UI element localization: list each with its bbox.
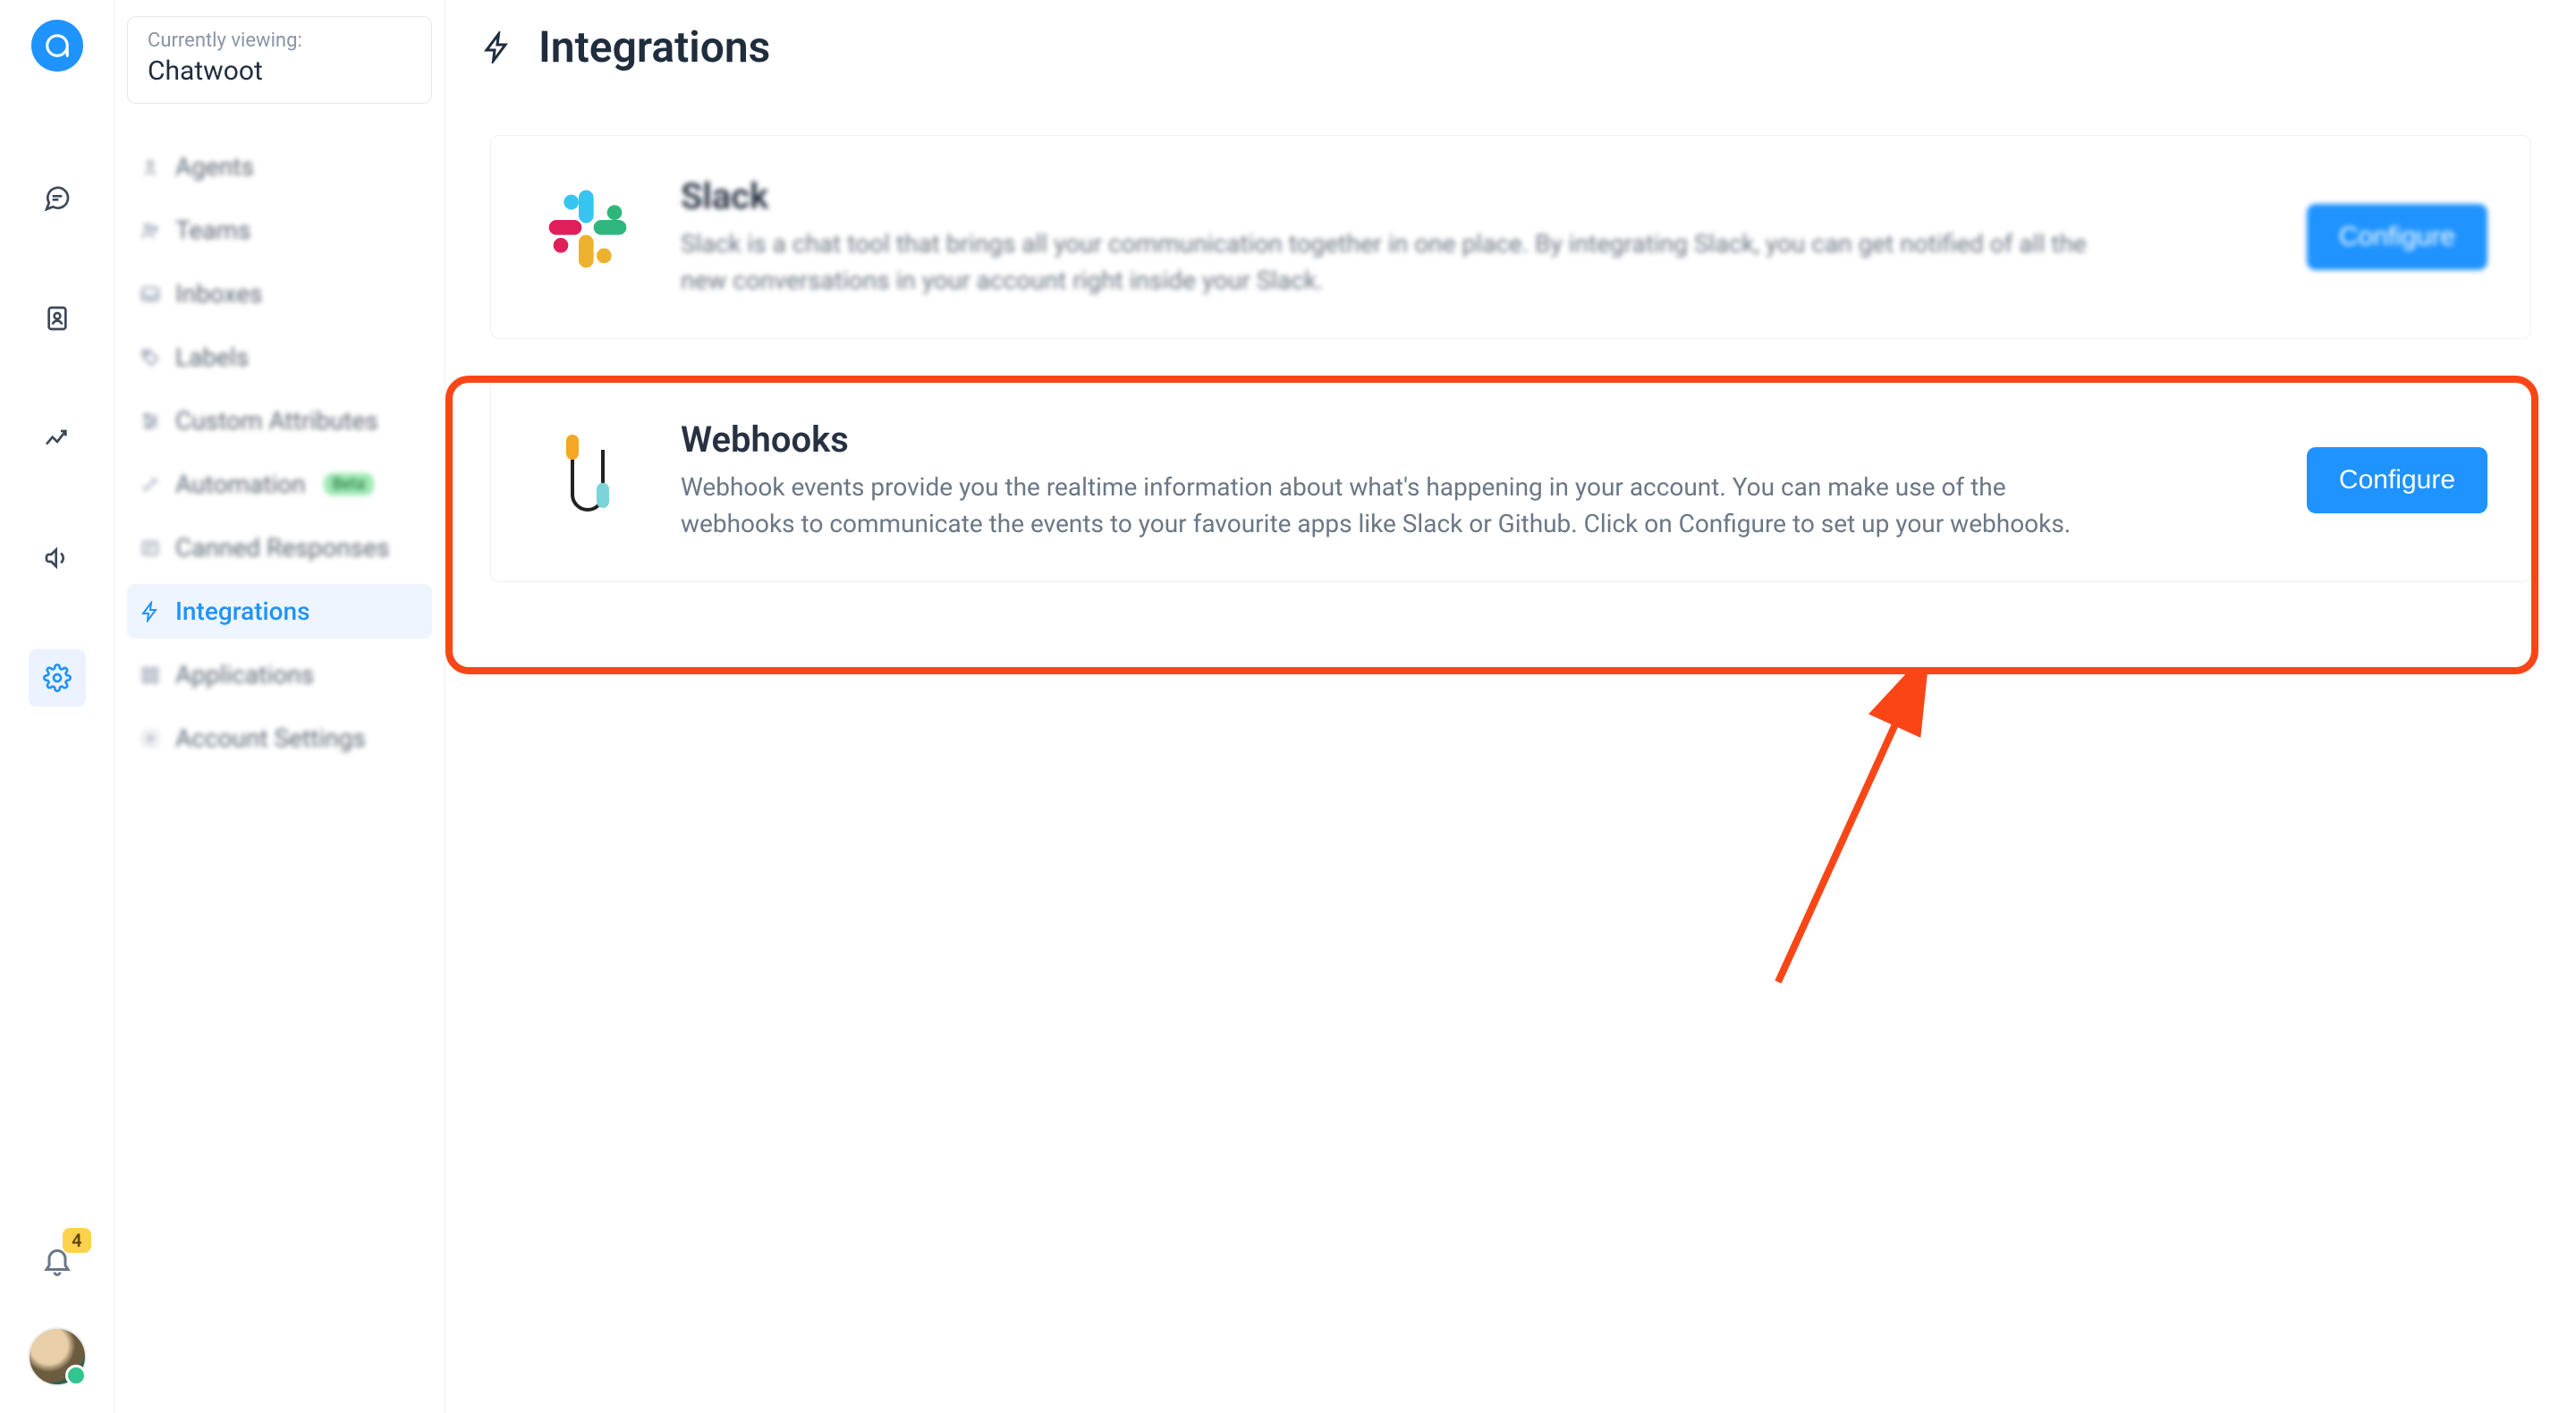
sidebar-item-label: Canned Responses <box>175 533 389 563</box>
users-icon <box>140 157 161 178</box>
gear-icon <box>140 728 161 749</box>
integration-card-content: Slack Slack is a chat tool that brings al… <box>681 175 2267 299</box>
rail-item-reports[interactable] <box>29 410 86 467</box>
avatar[interactable] <box>28 1327 87 1386</box>
sidebar-item-applications[interactable]: Applications <box>127 647 432 702</box>
main-content: Integrations Slack Slack is a chat tool t… <box>445 0 2576 1413</box>
integration-card-slack: Slack Slack is a chat tool that brings al… <box>490 135 2531 339</box>
wand-icon <box>140 474 161 495</box>
integration-description: Slack is a chat tool that brings all you… <box>681 226 2112 299</box>
bolt-icon <box>481 31 513 63</box>
configure-button[interactable]: Configure <box>2307 204 2487 270</box>
chat-icon <box>43 184 72 213</box>
sidebar-item-inboxes[interactable]: Inboxes <box>127 267 432 321</box>
integration-action: Configure <box>2307 447 2487 513</box>
rail-item-campaigns[interactable] <box>29 529 86 587</box>
sidebar-item-label: Custom Attributes <box>175 406 378 436</box>
grid-icon <box>140 664 161 686</box>
sliders-icon <box>140 410 161 432</box>
rail-item-conversations[interactable] <box>29 170 86 227</box>
configure-button[interactable]: Configure <box>2307 447 2487 513</box>
sidebar-item-label: Labels <box>175 343 249 372</box>
sidebar-item-teams[interactable]: Teams <box>127 203 432 258</box>
rail-item-settings[interactable] <box>29 649 86 706</box>
notifications-button[interactable]: 4 <box>41 1244 73 1282</box>
rail-bottom: 4 <box>0 1244 114 1386</box>
team-icon <box>140 220 161 241</box>
sidebar-item-label: Applications <box>175 660 314 690</box>
icon-rail: 4 <box>0 0 114 1413</box>
app-logo[interactable] <box>31 20 83 72</box>
integration-card-content: Webhooks Webhook events provide you the r… <box>681 419 2267 542</box>
sidebar-item-labels[interactable]: Labels <box>127 330 432 385</box>
sidebar-item-integrations[interactable]: Integrations <box>127 584 432 639</box>
sidebar-item-custom-attributes[interactable]: Custom Attributes <box>127 393 432 448</box>
integration-cards: Slack Slack is a chat tool that brings al… <box>474 135 2547 582</box>
app-root: 4 Currently viewing: Chatwoot Agents Team… <box>0 0 2576 1413</box>
contact-icon <box>43 304 72 333</box>
gear-icon <box>43 664 72 692</box>
slack-icon <box>534 175 641 283</box>
megaphone-icon <box>43 544 72 572</box>
sidebar-item-label: Automation <box>175 470 306 499</box>
integration-title: Slack <box>681 175 2267 217</box>
sidebar-item-badge: Beta <box>324 473 374 495</box>
tag-icon <box>140 347 161 368</box>
logo-icon <box>44 32 71 59</box>
sidebar-item-agents[interactable]: Agents <box>127 140 432 194</box>
account-switcher[interactable]: Currently viewing: Chatwoot <box>127 16 432 104</box>
sidebar-item-label: Integrations <box>175 597 310 626</box>
integration-title: Webhooks <box>681 419 2267 461</box>
currently-viewing-value: Chatwoot <box>148 55 411 87</box>
canned-icon <box>140 537 161 559</box>
sidebar-item-label: Agents <box>175 152 254 182</box>
annotation-arrow <box>1733 669 1948 991</box>
sidebar-item-account-settings[interactable]: Account Settings <box>127 711 432 766</box>
webhooks-icon <box>534 419 641 526</box>
currently-viewing-label: Currently viewing: <box>148 30 411 52</box>
sidebar-item-label: Inboxes <box>175 279 262 309</box>
sidebar-item-canned-responses[interactable]: Canned Responses <box>127 520 432 575</box>
integration-card-webhooks: Webhooks Webhook events provide you the r… <box>490 378 2531 582</box>
sidebar-item-label: Teams <box>175 216 250 245</box>
reports-icon <box>43 424 72 453</box>
rail-items <box>29 170 86 706</box>
settings-sidebar: Currently viewing: Chatwoot Agents Teams I… <box>114 0 445 1413</box>
rail-item-contacts[interactable] <box>29 290 86 347</box>
page-title: Integrations <box>538 21 770 72</box>
bolt-icon <box>140 601 161 622</box>
settings-side-list: Agents Teams Inboxes Labels Custom Attribute… <box>127 140 432 766</box>
sidebar-item-label: Account Settings <box>175 723 366 753</box>
inbox-icon <box>140 283 161 305</box>
integration-description: Webhook events provide you the realtime … <box>681 470 2112 542</box>
notification-count-badge: 4 <box>63 1228 90 1253</box>
integration-action: Configure <box>2307 204 2487 270</box>
page-header: Integrations <box>474 21 2547 72</box>
sidebar-item-automation[interactable]: Automation Beta <box>127 457 432 512</box>
